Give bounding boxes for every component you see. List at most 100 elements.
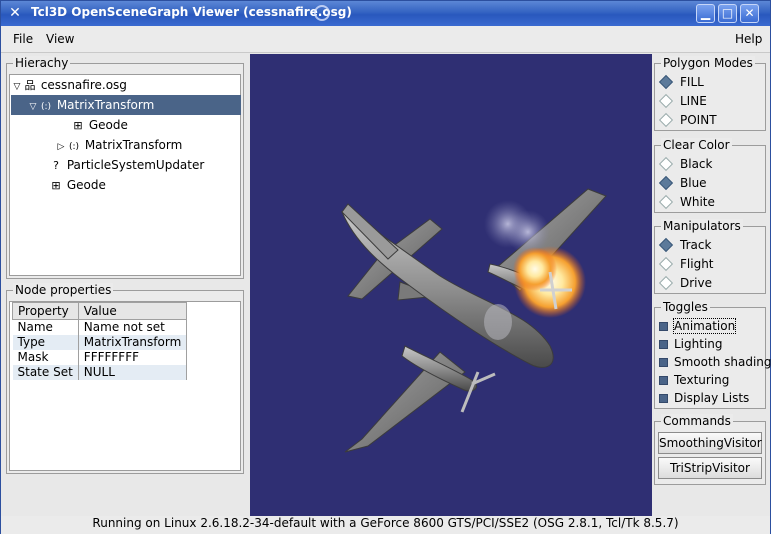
expand-down-icon[interactable]: ▽ xyxy=(11,77,23,97)
property-value: FFFFFFFF xyxy=(78,349,188,365)
menu-view[interactable]: View xyxy=(46,32,74,46)
transform-icon: (:) xyxy=(68,142,80,152)
tree-node-particlesystemupdater[interactable]: ? ParticleSystemUpdater xyxy=(11,155,241,175)
property-name: State Set xyxy=(12,364,79,380)
tristrip-visitor-button[interactable]: TriStripVisitor xyxy=(658,457,762,479)
checkbox-checked-icon[interactable] xyxy=(659,358,668,367)
manipulators-panel: Manipulators Track Flight Drive xyxy=(654,219,766,294)
table-row[interactable]: Name Name not set xyxy=(12,319,188,335)
radio-icon[interactable] xyxy=(658,256,674,272)
radio-line[interactable]: LINE xyxy=(658,92,707,110)
tree-node-label: ParticleSystemUpdater xyxy=(66,158,205,172)
column-header-value[interactable]: Value xyxy=(77,302,188,320)
radio-icon[interactable] xyxy=(658,275,674,291)
radio-fill[interactable]: FILL xyxy=(658,73,704,91)
question-icon: ? xyxy=(53,159,59,172)
3d-viewport[interactable] xyxy=(250,54,652,516)
property-name: Type xyxy=(12,334,79,350)
transform-icon: (:) xyxy=(40,102,52,112)
tree-node-matrixtransform-selected[interactable]: ▽ (:) MatrixTransform xyxy=(11,95,241,115)
property-value: Name not set xyxy=(78,319,188,335)
radio-track[interactable]: Track xyxy=(658,236,712,254)
clear-color-title: Clear Color xyxy=(661,138,732,152)
menu-help[interactable]: Help xyxy=(735,32,762,46)
checkbox-checked-icon[interactable] xyxy=(659,394,668,403)
polygon-modes-title: Polygon Modes xyxy=(661,56,755,70)
checkbox-checked-icon[interactable] xyxy=(659,322,668,331)
radio-icon[interactable] xyxy=(658,156,674,172)
commands-panel: Commands SmoothingVisitor TriStripVisito… xyxy=(654,414,766,485)
maximize-button[interactable]: □ xyxy=(718,4,737,23)
radio-black[interactable]: Black xyxy=(658,155,713,173)
window-title: Tcl3D OpenSceneGraph Viewer (cessnafire.… xyxy=(31,5,352,19)
menu-file[interactable]: File xyxy=(13,32,33,46)
radio-point[interactable]: POINT xyxy=(658,111,717,129)
column-header-property[interactable]: Property xyxy=(12,302,79,320)
checkbox-label: Smooth shading xyxy=(674,355,771,369)
node-properties-panel: Node properties Property Value Name Name… xyxy=(6,283,244,474)
checkbox-label: Display Lists xyxy=(674,391,750,405)
table-row[interactable]: State Set NULL xyxy=(12,364,188,380)
tree-node-matrixtransform[interactable]: ▷ (:) MatrixTransform xyxy=(11,135,241,155)
checkbox-label: Animation xyxy=(672,318,737,334)
table-row[interactable]: Mask FFFFFFFF xyxy=(12,349,188,365)
tree-node-label: Geode xyxy=(88,118,128,132)
node-properties-table: Property Value Name Name not set Type Ma… xyxy=(12,302,188,380)
property-name: Name xyxy=(12,319,79,335)
hierarchy-panel: Hierachy ▽ 品 cessnafire.osg ▽ (:) MatrixTr… xyxy=(6,56,244,279)
close-button[interactable]: ✕ xyxy=(740,4,759,23)
tree-node-geode[interactable]: ⊞ Geode xyxy=(11,115,241,135)
radio-label: Black xyxy=(680,157,713,171)
property-value: NULL xyxy=(78,364,188,380)
radio-label: FILL xyxy=(680,75,704,89)
radio-icon[interactable] xyxy=(658,93,674,109)
status-bar: Running on Linux 2.6.18.2-34-default wit… xyxy=(1,516,770,534)
radio-white[interactable]: White xyxy=(658,193,715,211)
property-value: MatrixTransform xyxy=(78,334,188,350)
tree-node-root[interactable]: ▽ 品 cessnafire.osg xyxy=(11,75,241,95)
radio-selected-icon[interactable] xyxy=(658,175,674,191)
property-name: Mask xyxy=(12,349,79,365)
manipulators-title: Manipulators xyxy=(661,219,743,233)
radio-label: White xyxy=(680,195,715,209)
tree-network-icon: 品 xyxy=(24,79,36,92)
radio-icon[interactable] xyxy=(658,194,674,210)
checkbox-animation[interactable]: Animation xyxy=(659,317,737,335)
grid-icon: ⊞ xyxy=(51,179,61,192)
radio-label: Drive xyxy=(680,276,712,290)
menubar: File View Help xyxy=(1,26,770,53)
checkbox-display-lists[interactable]: Display Lists xyxy=(659,389,749,407)
tree-node-geode-2[interactable]: ⊞ Geode xyxy=(11,175,241,195)
radio-selected-icon[interactable] xyxy=(658,74,674,90)
radio-label: Track xyxy=(680,238,712,252)
titlebar[interactable]: ✕ Tcl3D OpenSceneGraph Viewer (cessnafir… xyxy=(1,1,770,26)
radio-drive[interactable]: Drive xyxy=(658,274,712,292)
tree-node-label: Geode xyxy=(66,178,106,192)
radio-icon[interactable] xyxy=(658,112,674,128)
radio-selected-icon[interactable] xyxy=(658,237,674,253)
radio-blue[interactable]: Blue xyxy=(658,174,707,192)
smoothing-visitor-button[interactable]: SmoothingVisitor xyxy=(658,432,762,454)
commands-title: Commands xyxy=(661,414,733,428)
radio-label: Flight xyxy=(680,257,714,271)
table-row[interactable]: Type MatrixTransform xyxy=(12,334,188,350)
clear-color-panel: Clear Color Black Blue White xyxy=(654,138,766,213)
expand-down-icon[interactable]: ▽ xyxy=(27,97,39,117)
checkbox-smooth-shading[interactable]: Smooth shading xyxy=(659,353,771,371)
tree-node-label: cessnafire.osg xyxy=(40,78,127,92)
hierarchy-tree[interactable]: ▽ 品 cessnafire.osg ▽ (:) MatrixTransform ⊞… xyxy=(9,74,241,276)
toggles-panel: Toggles Animation Lighting Smooth shadin… xyxy=(654,300,771,409)
expand-right-icon[interactable]: ▷ xyxy=(55,137,67,157)
checkbox-label: Lighting xyxy=(674,337,723,351)
checkbox-checked-icon[interactable] xyxy=(659,376,668,385)
grid-icon: ⊞ xyxy=(73,119,83,132)
radio-flight[interactable]: Flight xyxy=(658,255,714,273)
app-window: ✕ Tcl3D OpenSceneGraph Viewer (cessnafir… xyxy=(0,0,771,534)
checkbox-lighting[interactable]: Lighting xyxy=(659,335,723,353)
checkbox-texturing[interactable]: Texturing xyxy=(659,371,729,389)
radio-label: Blue xyxy=(680,176,707,190)
minimize-button[interactable]: ▁ xyxy=(696,4,715,23)
checkbox-checked-icon[interactable] xyxy=(659,340,668,349)
tree-node-label: MatrixTransform xyxy=(84,138,183,152)
radio-label: LINE xyxy=(680,94,707,108)
